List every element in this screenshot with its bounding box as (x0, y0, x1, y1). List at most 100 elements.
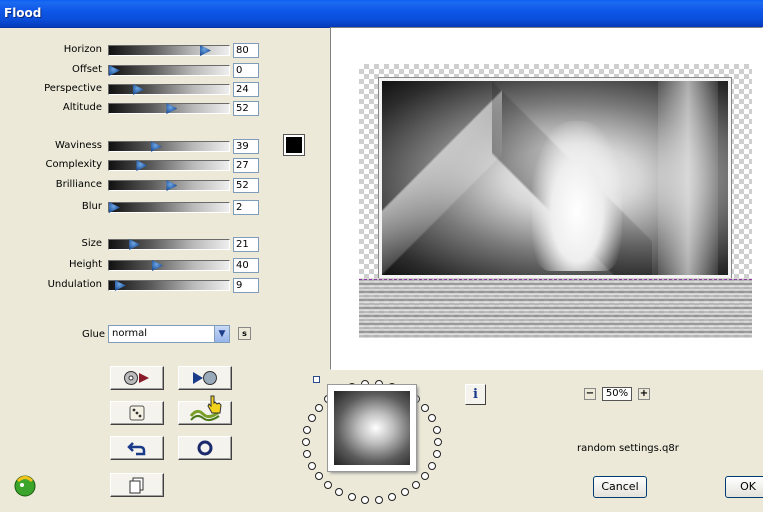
slider-thumb[interactable] (109, 202, 120, 213)
navigator-thumbnail[interactable] (328, 385, 416, 471)
slider-thumb[interactable] (150, 141, 162, 152)
slider-thumb[interactable] (132, 84, 144, 95)
slider-track[interactable] (108, 239, 230, 250)
slider-thumb[interactable] (109, 65, 120, 76)
slider-value-input[interactable]: 40 (233, 258, 259, 273)
orbit-dot (303, 450, 312, 459)
slider-value-input[interactable]: 27 (233, 158, 259, 173)
flood-water-reflection (359, 278, 752, 338)
hand-pointer-icon (207, 395, 222, 414)
thumbnail-image (334, 391, 410, 465)
slider-thumb[interactable] (129, 239, 141, 250)
slider-thumb[interactable] (114, 280, 126, 291)
orbit-dot (434, 438, 442, 446)
orbit-dot (428, 414, 437, 423)
orbit-dot (307, 414, 316, 423)
slider-undulation: Undulation 9 (0, 277, 270, 293)
glue-select[interactable]: normal ▼ (108, 325, 230, 343)
slider-value-input[interactable]: 52 (233, 178, 259, 193)
slider-altitude: Altitude 52 (0, 100, 270, 116)
slider-label: Brilliance (55, 179, 102, 190)
pages-icon (129, 477, 144, 494)
preview-image (379, 78, 731, 278)
wave-button[interactable] (178, 395, 232, 425)
ok-button[interactable]: OK (725, 476, 763, 498)
play-button[interactable] (178, 366, 232, 390)
slider-label: Height (68, 259, 102, 270)
slider-thumb[interactable] (200, 45, 211, 56)
slider-thumb[interactable] (152, 260, 163, 271)
slider-track[interactable] (108, 202, 230, 213)
title-bar: Flood (0, 0, 763, 28)
reset-button[interactable] (178, 436, 232, 460)
slider-value-input[interactable]: 80 (233, 43, 259, 58)
slider-value-input[interactable]: 52 (233, 101, 259, 116)
slider-label: Offset (71, 64, 102, 75)
slider-track[interactable] (108, 280, 230, 291)
orbit-dot (361, 495, 370, 504)
slider-value-input[interactable]: 9 (233, 278, 259, 293)
orbit-dot (432, 450, 441, 459)
zoom-in-button[interactable]: + (638, 388, 650, 400)
orbit-dot (421, 472, 430, 481)
orbit-dot (401, 488, 409, 497)
slider-value-input[interactable]: 24 (233, 82, 259, 97)
info-button[interactable]: i (465, 384, 486, 405)
horizon-guide[interactable] (359, 279, 752, 280)
slider-thumb[interactable] (166, 180, 178, 191)
orbit-dot (307, 461, 316, 470)
slider-label: Complexity (45, 159, 102, 170)
slider-label: Size (81, 238, 102, 249)
orbit-dot (303, 425, 312, 434)
slider-value-input[interactable]: 39 (233, 139, 259, 154)
slider-track[interactable] (108, 84, 230, 95)
preview-canvas[interactable] (330, 27, 763, 370)
orbit-dot (388, 493, 397, 502)
slider-value-input[interactable]: 21 (233, 237, 259, 252)
glue-s-button[interactable]: s (238, 327, 251, 340)
glue-label: Glue (82, 329, 106, 340)
orbit-dot (428, 461, 437, 470)
slider-track[interactable] (108, 160, 230, 171)
film-reel-play-icon (124, 371, 149, 385)
slider-track[interactable] (108, 141, 230, 152)
orbit-dot (412, 481, 421, 490)
slider-complexity: Complexity 27 (0, 157, 270, 173)
slider-track[interactable] (108, 45, 230, 56)
glue-value: normal (112, 328, 148, 339)
plugin-logo-icon (14, 475, 36, 497)
slider-value-input[interactable]: 0 (233, 63, 259, 78)
slider-value-input[interactable]: 2 (233, 200, 259, 215)
slider-brilliance: Brilliance 52 (0, 177, 270, 193)
slider-track[interactable] (108, 103, 230, 114)
orbit-dot (421, 403, 430, 412)
slider-thumb[interactable] (136, 160, 148, 171)
cancel-button[interactable]: Cancel (593, 476, 647, 498)
slider-track[interactable] (108, 260, 230, 271)
slider-waviness: Waviness 39 (0, 138, 270, 154)
slider-perspective: Perspective 24 (0, 81, 270, 97)
zoom-level: 50% (602, 387, 632, 401)
zoom-out-button[interactable]: − (584, 388, 596, 400)
settings-filename: random settings.q8r (577, 443, 679, 454)
ring-icon (197, 440, 213, 456)
randomize-button[interactable] (110, 401, 164, 425)
slider-thumb[interactable] (166, 103, 178, 114)
play-reset-icon (193, 371, 217, 385)
orbit-dot (302, 438, 310, 446)
orbit-dot (314, 403, 323, 412)
slider-track[interactable] (108, 65, 230, 76)
slider-label: Undulation (47, 279, 102, 290)
orbit-dot (323, 481, 332, 490)
undo-arrow-icon (127, 442, 146, 456)
slider-track[interactable] (108, 180, 230, 191)
orbit-dot (335, 488, 343, 497)
render-button[interactable] (110, 366, 164, 390)
chevron-down-icon[interactable]: ▼ (214, 326, 229, 342)
copy-button[interactable] (110, 473, 164, 497)
slider-label: Perspective (44, 83, 102, 94)
undo-button[interactable] (110, 436, 164, 460)
color-swatch[interactable] (283, 134, 305, 156)
slider-blur: Blur 2 (0, 199, 270, 215)
window-title: Flood (4, 6, 42, 20)
